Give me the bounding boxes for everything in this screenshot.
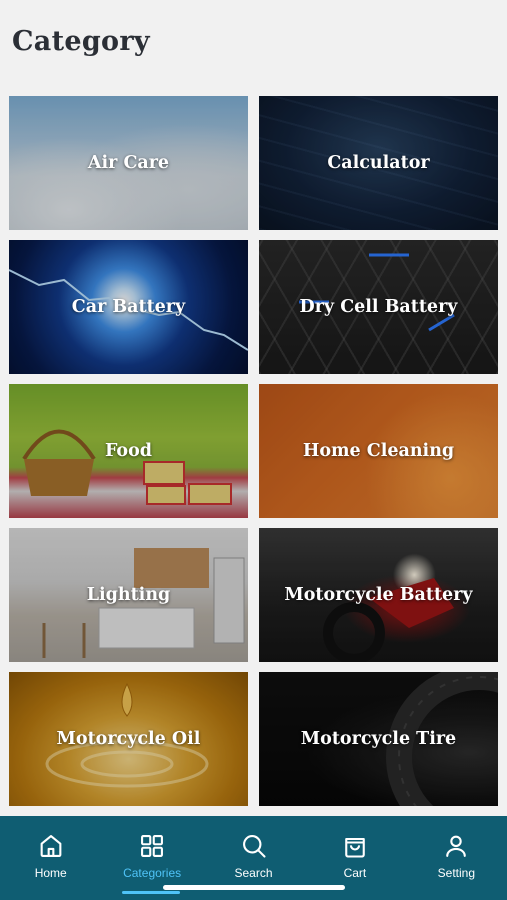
category-tile-food[interactable]: Food <box>9 384 248 518</box>
person-icon <box>446 835 467 857</box>
page-title: Category <box>12 26 150 57</box>
category-label: Lighting <box>86 585 171 605</box>
nav-label: Setting <box>437 866 475 880</box>
category-grid: Air Care Calculator Car Battery Dry Cell… <box>9 96 498 806</box>
category-label: Motorcycle Oil <box>56 729 201 749</box>
nav-setting[interactable]: Setting <box>406 816 507 900</box>
nav-label: Home <box>34 866 67 880</box>
home-icon <box>40 835 62 857</box>
active-tab-indicator <box>122 891 180 894</box>
nav-label: Categories <box>123 866 182 880</box>
category-tile-motorcycle-oil[interactable]: Motorcycle Oil <box>9 672 248 806</box>
category-label: Car Battery <box>71 297 186 317</box>
category-label: Home Cleaning <box>302 441 455 461</box>
category-tile-home-cleaning[interactable]: Home Cleaning <box>259 384 498 518</box>
grid-icon <box>141 835 164 857</box>
category-tile-calculator[interactable]: Calculator <box>259 96 498 230</box>
bag-icon <box>345 837 365 858</box>
category-label: Air Care <box>87 153 170 173</box>
nav-home[interactable]: Home <box>0 816 101 900</box>
category-tile-motorcycle-tire[interactable]: Motorcycle Tire <box>259 672 498 806</box>
category-label: Motorcycle Tire <box>300 729 457 749</box>
nav-label: Search <box>234 866 273 880</box>
category-tile-dry-cell-battery[interactable]: Dry Cell Battery <box>259 240 498 374</box>
category-tile-motorcycle-battery[interactable]: Motorcycle Battery <box>259 528 498 662</box>
category-tile-car-battery[interactable]: Car Battery <box>9 240 248 374</box>
category-label: Food <box>104 441 153 461</box>
category-tile-air-care[interactable]: Air Care <box>9 96 248 230</box>
search-icon <box>242 835 266 858</box>
category-label: Motorcycle Battery <box>284 585 473 605</box>
category-tile-lighting[interactable]: Lighting <box>9 528 248 662</box>
home-indicator-bar <box>163 885 345 890</box>
nav-label: Cart <box>343 866 367 880</box>
category-label: Calculator <box>327 153 430 173</box>
category-label: Dry Cell Battery <box>299 297 458 317</box>
